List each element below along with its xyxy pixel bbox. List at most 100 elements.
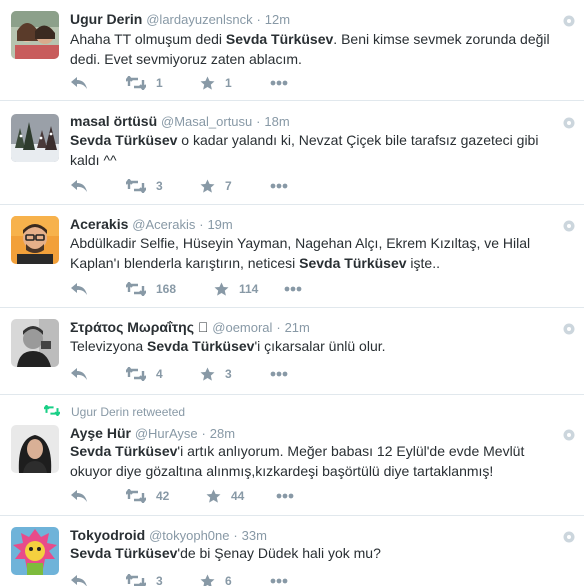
favorite-count: 1 bbox=[225, 76, 232, 90]
reply-button[interactable] bbox=[70, 74, 88, 92]
gear-icon[interactable] bbox=[563, 428, 575, 441]
retweet-button[interactable]: 3 bbox=[126, 572, 163, 586]
retweet-button[interactable]: 1 bbox=[126, 74, 163, 92]
favorite-button[interactable]: 44 bbox=[206, 487, 244, 505]
favorite-button[interactable]: 7 bbox=[200, 177, 232, 195]
tweet[interactable]: Ugur Derin retweeted Ayşe Hür @HurAyse ·… bbox=[0, 395, 584, 516]
reply-icon bbox=[70, 76, 88, 90]
more-button[interactable] bbox=[270, 74, 288, 92]
retweeted-by[interactable]: Ugur Derin retweeted bbox=[71, 405, 185, 419]
reply-button[interactable] bbox=[70, 572, 88, 586]
retweet-button[interactable]: 3 bbox=[126, 177, 163, 195]
tweet-text: Ahaha TT olmuşum dedi Sevda Türküsev. Be… bbox=[70, 29, 570, 69]
reply-button[interactable] bbox=[70, 177, 88, 195]
more-button[interactable] bbox=[276, 487, 294, 505]
separator: · bbox=[233, 528, 238, 543]
user-name[interactable]: Ugur Derin bbox=[70, 11, 142, 27]
avatar[interactable] bbox=[11, 114, 59, 162]
separator: · bbox=[256, 114, 261, 129]
retweet-button[interactable]: 4 bbox=[126, 365, 163, 383]
user-handle[interactable]: @tokyoph0ne bbox=[149, 528, 229, 543]
retweet-context: Ugur Derin retweeted bbox=[43, 404, 185, 419]
reply-icon bbox=[70, 282, 88, 296]
text-part: 'de bi Şenay Düdek hali yok mu? bbox=[177, 545, 381, 561]
more-button[interactable] bbox=[284, 280, 302, 298]
reply-button[interactable] bbox=[70, 487, 88, 505]
timestamp[interactable]: 28m bbox=[210, 426, 235, 441]
more-button[interactable] bbox=[270, 177, 288, 195]
user-name[interactable]: masal örtüsü bbox=[70, 113, 157, 129]
reply-button[interactable] bbox=[70, 280, 88, 298]
timestamp[interactable]: 12m bbox=[265, 12, 290, 27]
reply-button[interactable] bbox=[70, 365, 88, 383]
user-name[interactable]: Tokyodroid bbox=[70, 527, 145, 543]
timestamp[interactable]: 18m bbox=[264, 114, 289, 129]
user-handle[interactable]: @lardayuzenlsnck bbox=[146, 12, 252, 27]
gear-icon[interactable] bbox=[563, 219, 575, 232]
favorite-button[interactable]: 6 bbox=[200, 572, 232, 586]
tweet[interactable]: Tokyodroid @tokyoph0ne · 33m Sevda Türkü… bbox=[0, 516, 584, 586]
user-name[interactable]: Acerakis bbox=[70, 216, 128, 232]
separator: · bbox=[256, 12, 261, 27]
tweet-header: Στράτος Μωραΐτης 󾓬 @oemoral · 21m bbox=[70, 318, 310, 337]
hashtag-highlight[interactable]: Sevda Türküsev bbox=[70, 132, 177, 148]
favorite-icon bbox=[200, 76, 215, 91]
avatar[interactable] bbox=[11, 319, 59, 367]
timestamp[interactable]: 21m bbox=[285, 320, 310, 335]
separator: · bbox=[199, 217, 204, 232]
hashtag-highlight[interactable]: Sevda Türküsev bbox=[70, 545, 177, 561]
tweet-timeline: Ugur Derin @lardayuzenlsnck · 12m Ahaha … bbox=[0, 0, 584, 586]
gear-icon[interactable] bbox=[563, 322, 575, 335]
hashtag-highlight[interactable]: Sevda Türküsev bbox=[299, 255, 406, 271]
hashtag-highlight[interactable]: Sevda Türküsev bbox=[147, 338, 254, 354]
more-button[interactable] bbox=[270, 365, 288, 383]
text-part: Televizyona bbox=[70, 338, 148, 354]
gear-icon[interactable] bbox=[563, 530, 575, 543]
retweet-icon bbox=[126, 179, 146, 193]
tweet-header: Ugur Derin @lardayuzenlsnck · 12m bbox=[70, 10, 290, 29]
retweet-icon bbox=[126, 76, 146, 90]
retweet-count: 3 bbox=[156, 574, 163, 586]
text-part: 'i çıkarsalar ünlü olur. bbox=[254, 338, 386, 354]
more-icon bbox=[270, 183, 288, 189]
more-icon bbox=[284, 286, 302, 292]
text-part: Ahaha TT olmuşum dedi bbox=[70, 31, 226, 47]
tweet-text: Abdülkadir Selfie, Hüseyin Yayman, Nageh… bbox=[70, 233, 570, 273]
tweet[interactable]: masal örtüsü @Masal_ortusu · 18m Sevda T… bbox=[0, 101, 584, 205]
user-handle[interactable]: @Masal_ortusu bbox=[161, 114, 252, 129]
avatar[interactable] bbox=[11, 527, 59, 575]
favorite-button[interactable]: 114 bbox=[214, 280, 258, 298]
retweet-icon bbox=[126, 574, 146, 586]
tweet[interactable]: Ugur Derin @lardayuzenlsnck · 12m Ahaha … bbox=[0, 0, 584, 101]
favorite-button[interactable]: 1 bbox=[200, 74, 232, 92]
hashtag-highlight[interactable]: Sevda Türküsev bbox=[226, 31, 333, 47]
retweet-count: 168 bbox=[156, 282, 177, 296]
user-handle[interactable]: @oemoral bbox=[212, 320, 272, 335]
user-handle[interactable]: @Acerakis bbox=[132, 217, 195, 232]
more-button[interactable] bbox=[270, 572, 288, 586]
favorite-button[interactable]: 3 bbox=[200, 365, 232, 383]
more-icon bbox=[270, 371, 288, 377]
gear-icon[interactable] bbox=[563, 14, 575, 27]
avatar[interactable] bbox=[11, 425, 59, 473]
reply-icon bbox=[70, 489, 88, 503]
tweet[interactable]: Στράτος Μωραΐτης 󾓬 @oemoral · 21m Televi… bbox=[0, 308, 584, 395]
avatar[interactable] bbox=[11, 11, 59, 59]
retweet-count: 42 bbox=[156, 489, 170, 503]
hashtag-highlight[interactable]: Sevda Türküsev bbox=[70, 443, 177, 459]
user-name[interactable]: Ayşe Hür bbox=[70, 425, 131, 441]
retweet-button[interactable]: 42 bbox=[126, 487, 169, 505]
avatar[interactable] bbox=[11, 216, 59, 264]
retweet-button[interactable]: 168 bbox=[126, 280, 176, 298]
gear-icon[interactable] bbox=[563, 116, 575, 129]
retweet-count: 4 bbox=[156, 367, 163, 381]
timestamp[interactable]: 19m bbox=[207, 217, 232, 232]
timestamp[interactable]: 33m bbox=[242, 528, 267, 543]
user-handle[interactable]: @HurAyse bbox=[135, 426, 198, 441]
user-name[interactable]: Στράτος Μωραΐτης 󾓬 bbox=[70, 319, 208, 335]
retweet-count: 3 bbox=[156, 179, 163, 193]
tweet-text: Televizyona Sevda Türküsev'i çıkarsalar … bbox=[70, 336, 570, 356]
reply-icon bbox=[70, 179, 88, 193]
tweet[interactable]: Acerakis @Acerakis · 19m Abdülkadir Self… bbox=[0, 205, 584, 308]
tweet-text: Sevda Türküsev'i artık anlıyorum. Meğer … bbox=[70, 441, 570, 481]
